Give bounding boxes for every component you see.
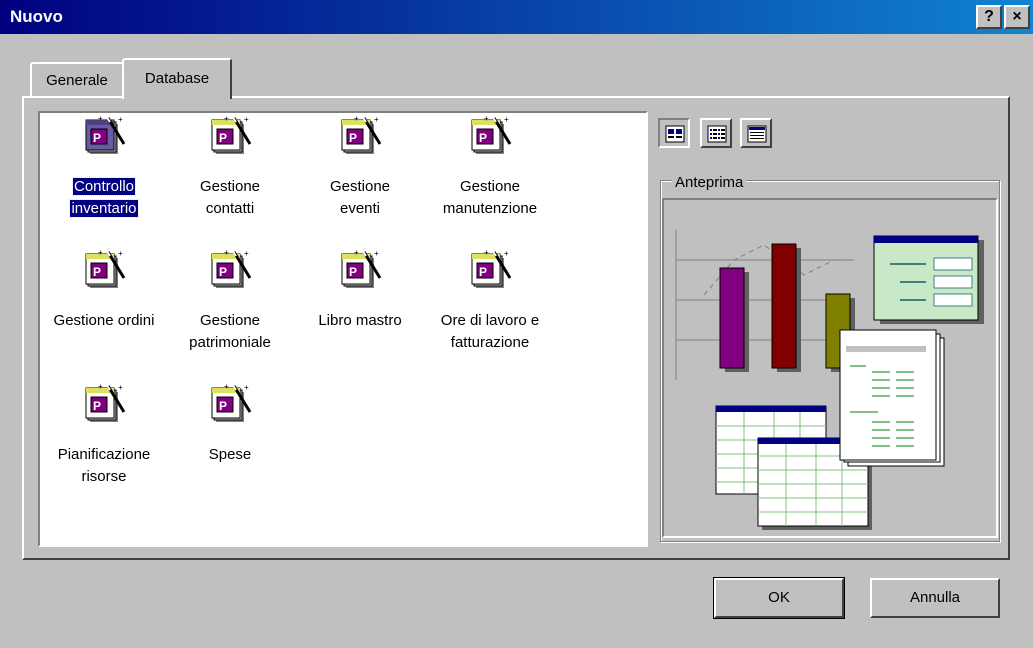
tab-database[interactable]: Database <box>122 58 232 99</box>
svg-text:+: + <box>98 114 103 123</box>
svg-text:+: + <box>484 114 489 123</box>
template-label-line2: fatturazione <box>450 334 530 351</box>
template-label: Gestione manutenzione <box>424 176 556 220</box>
database-wizard-icon: P + + <box>84 114 128 158</box>
window-title: Nuovo <box>10 7 63 26</box>
svg-text:+: + <box>374 115 379 124</box>
preview-label: Anteprima <box>672 174 747 191</box>
database-wizard-icon: P + + <box>340 248 384 292</box>
template-label-line1: Gestione <box>199 178 261 195</box>
template-label: Gestione patrimoniale <box>164 310 296 354</box>
template-label-line2: eventi <box>339 200 381 217</box>
template-item[interactable]: P + + Gestione manutenzione <box>424 114 556 224</box>
svg-text:+: + <box>118 383 123 392</box>
template-item[interactable]: P + + Gestione eventi <box>294 114 426 224</box>
large-icons-icon <box>665 125 685 143</box>
template-item[interactable]: P + + Gestione contatti <box>164 114 296 224</box>
template-label-line1: Ore di lavoro e <box>440 312 540 329</box>
svg-text:+: + <box>374 249 379 258</box>
svg-text:P: P <box>219 265 227 279</box>
svg-text:+: + <box>244 249 249 258</box>
template-label-line1: Gestione <box>329 178 391 195</box>
template-label-line2: patrimoniale <box>189 334 271 351</box>
list-icon <box>707 125 727 143</box>
template-label: Pianificazione risorse <box>38 444 170 488</box>
details-icon <box>747 125 767 143</box>
database-wizard-icon: P + + <box>470 114 514 158</box>
template-label: Ore di lavoro e fatturazione <box>424 310 556 354</box>
tab-label: Database <box>144 70 210 87</box>
template-label-line1: Gestione <box>199 312 261 329</box>
help-button[interactable]: ? <box>976 5 1002 29</box>
svg-text:+: + <box>504 115 509 124</box>
template-label-line2: contatti <box>205 200 255 217</box>
view-details-button[interactable] <box>740 118 772 148</box>
svg-text:+: + <box>98 248 103 257</box>
svg-text:P: P <box>349 265 357 279</box>
svg-text:+: + <box>224 114 229 123</box>
svg-text:P: P <box>93 399 101 413</box>
template-label-line1: Spese <box>208 446 252 463</box>
svg-text:P: P <box>93 265 101 279</box>
template-item[interactable]: P + + Ore di lavoro e fatturazione <box>424 248 556 358</box>
title-bar: Nuovo ? × <box>0 0 1033 34</box>
svg-text:+: + <box>244 115 249 124</box>
svg-text:+: + <box>98 382 103 391</box>
template-label: Gestione eventi <box>294 176 426 220</box>
svg-text:+: + <box>504 249 509 258</box>
template-label: Gestione ordini <box>38 310 170 332</box>
template-label-line1: Pianificazione <box>57 446 151 463</box>
svg-text:+: + <box>484 248 489 257</box>
template-label-line1: Gestione ordini <box>53 312 155 329</box>
template-label: Spese <box>164 444 296 466</box>
template-item[interactable]: P + + Gestione patrimoniale <box>164 248 296 358</box>
template-label-line1: Controllo <box>71 177 137 196</box>
svg-text:P: P <box>349 131 357 145</box>
template-item[interactable]: P + + Spese <box>164 382 296 492</box>
template-label-line2: risorse <box>81 468 127 485</box>
template-label-line2: inventario <box>69 199 139 218</box>
svg-text:+: + <box>354 114 359 123</box>
svg-text:P: P <box>479 265 487 279</box>
database-wizard-icon: P + + <box>340 114 384 158</box>
tab-generale[interactable]: Generale <box>30 62 124 96</box>
preview-area <box>662 198 998 538</box>
svg-text:P: P <box>93 131 101 145</box>
svg-text:+: + <box>244 383 249 392</box>
template-label-line1: Gestione <box>459 178 521 195</box>
svg-text:+: + <box>224 248 229 257</box>
view-list-button[interactable] <box>700 118 732 148</box>
tab-label: Generale <box>46 72 108 89</box>
svg-text:+: + <box>354 248 359 257</box>
template-item[interactable]: P + + Gestione ordini <box>38 248 170 358</box>
database-wizard-icon: P + + <box>84 248 128 292</box>
template-label: Libro mastro <box>294 310 426 332</box>
template-label: Gestione contatti <box>164 176 296 220</box>
svg-text:P: P <box>479 131 487 145</box>
template-item[interactable]: P + + Pianificazione risorse <box>38 382 170 492</box>
database-wizard-icon: P + + <box>210 248 254 292</box>
view-large-icons-button[interactable] <box>658 118 690 148</box>
template-item[interactable]: P + + Controllo inventario <box>38 114 170 224</box>
svg-text:P: P <box>219 131 227 145</box>
template-item[interactable]: P + + Libro mastro <box>294 248 426 358</box>
template-label-line2: manutenzione <box>442 200 538 217</box>
close-button[interactable]: × <box>1004 5 1030 29</box>
preview-image <box>675 230 984 530</box>
template-label: Controllo inventario <box>38 176 170 220</box>
template-label-line1: Libro mastro <box>318 312 402 329</box>
svg-text:P: P <box>219 399 227 413</box>
database-wizard-icon: P + + <box>470 248 514 292</box>
svg-text:+: + <box>118 249 123 258</box>
cancel-button[interactable]: Annulla <box>870 578 1000 618</box>
database-wizard-icon: P + + <box>84 382 128 426</box>
ok-button[interactable]: OK <box>713 577 845 619</box>
svg-text:+: + <box>118 115 123 124</box>
database-wizard-icon: P + + <box>210 382 254 426</box>
database-wizard-icon: P + + <box>210 114 254 158</box>
svg-text:+: + <box>224 382 229 391</box>
